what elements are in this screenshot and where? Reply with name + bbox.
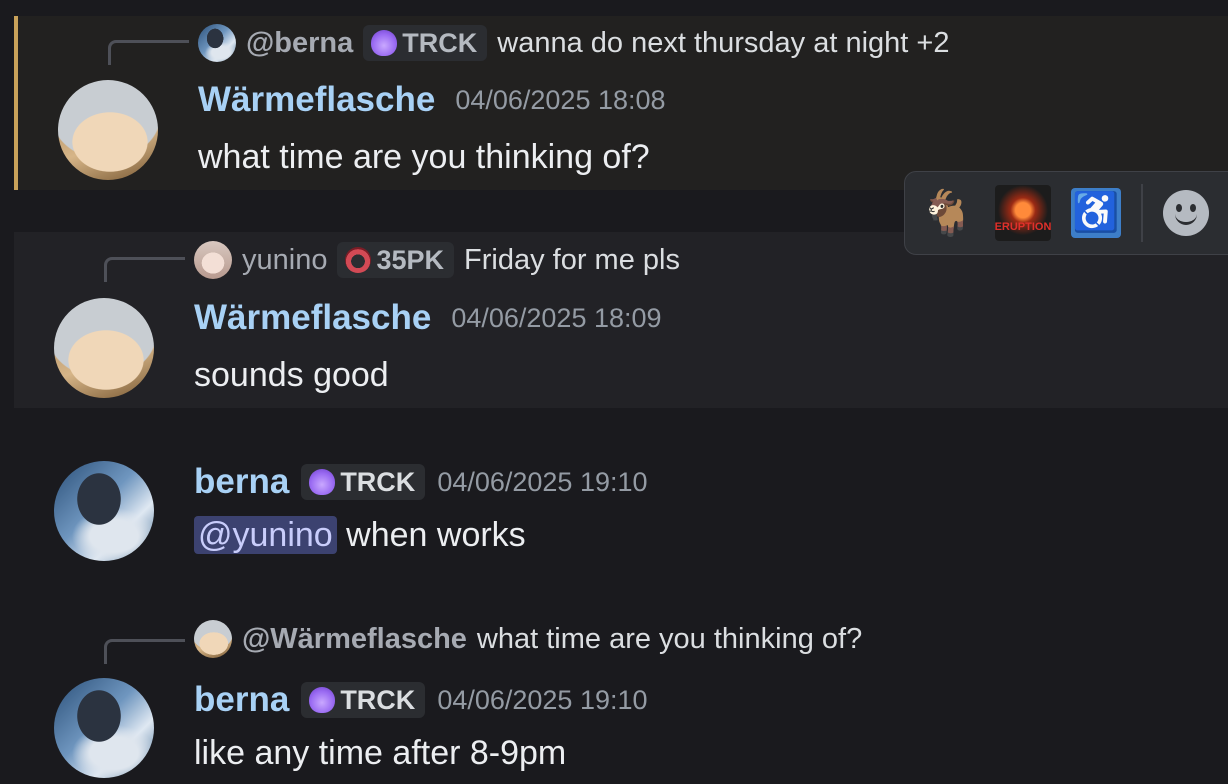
reply-avatar xyxy=(194,620,232,658)
flame-icon xyxy=(309,687,336,713)
reply-preview[interactable]: yunino 35PK Friday for me pls xyxy=(194,241,680,279)
avatar[interactable] xyxy=(58,80,158,180)
message-header: berna TRCK 04/06/2025 19:10 xyxy=(194,680,648,720)
avatar[interactable] xyxy=(54,461,154,561)
message-1[interactable]: @berna TRCK wanna do next thursday at ni… xyxy=(14,16,1228,190)
reply-connector xyxy=(104,639,185,664)
timestamp[interactable]: 04/06/2025 19:10 xyxy=(437,467,647,498)
avatar[interactable] xyxy=(54,298,154,398)
author-name[interactable]: berna xyxy=(194,680,289,720)
guild-tag[interactable]: TRCK xyxy=(363,25,488,61)
message-actions-bar: 🐐 ERUPTION ♿ xyxy=(904,171,1228,255)
reply-text: wanna do next thursday at night +2 xyxy=(497,26,950,59)
user-mention[interactable]: @yunino xyxy=(194,516,337,554)
message-header: Wärmeflasche 04/06/2025 18:09 xyxy=(194,298,662,338)
timestamp[interactable]: 04/06/2025 18:08 xyxy=(455,85,665,116)
reply-author[interactable]: yunino xyxy=(242,244,327,277)
message-header: Wärmeflasche 04/06/2025 18:08 xyxy=(198,80,666,120)
author-name[interactable]: berna xyxy=(194,462,289,502)
timestamp[interactable]: 04/06/2025 18:09 xyxy=(451,303,661,334)
reply-preview[interactable]: @Wärmeflasche what time are you thinking… xyxy=(194,620,862,658)
guild-tag[interactable]: 35PK xyxy=(337,242,455,278)
message-2[interactable]: yunino 35PK Friday for me pls Wärmeflasc… xyxy=(14,232,1228,408)
flame-icon xyxy=(371,30,398,56)
reply-connector xyxy=(108,40,189,65)
message-header: berna TRCK 04/06/2025 19:10 xyxy=(194,462,648,502)
message-3[interactable]: berna TRCK 04/06/2025 19:10 @yunino when… xyxy=(14,450,1228,580)
divider xyxy=(1141,184,1143,242)
reply-avatar xyxy=(198,24,236,62)
message-text: like any time after 8-9pm xyxy=(194,734,567,772)
author-name[interactable]: Wärmeflasche xyxy=(198,80,435,120)
flame-icon xyxy=(309,469,336,495)
reply-text: what time are you thinking of? xyxy=(476,622,863,655)
goat-emoji-icon[interactable]: 🐐 xyxy=(919,185,975,241)
author-name[interactable]: Wärmeflasche xyxy=(194,298,431,338)
chat-messages: @berna TRCK wanna do next thursday at ni… xyxy=(0,0,1228,784)
guild-tag[interactable]: TRCK xyxy=(301,682,426,718)
eruption-emoji-icon[interactable]: ERUPTION xyxy=(995,185,1051,241)
reply-avatar xyxy=(194,241,232,279)
avatar[interactable] xyxy=(54,678,154,778)
reply-author[interactable]: @Wärmeflasche xyxy=(242,623,467,656)
message-text: sounds good xyxy=(194,356,389,394)
reply-connector xyxy=(104,257,185,282)
reply-text: Friday for me pls xyxy=(464,243,680,276)
reply-author[interactable]: @berna xyxy=(246,27,353,60)
reply-preview[interactable]: @berna TRCK wanna do next thursday at ni… xyxy=(198,24,949,62)
message-text: @yunino when works xyxy=(194,516,526,555)
message-text: what time are you thinking of? xyxy=(198,138,650,176)
ring-icon xyxy=(345,247,372,273)
message-4[interactable]: @Wärmeflasche what time are you thinking… xyxy=(14,614,1228,784)
wheelchair-emoji-icon[interactable]: ♿ xyxy=(1071,188,1121,238)
timestamp[interactable]: 04/06/2025 19:10 xyxy=(437,685,647,716)
guild-tag[interactable]: TRCK xyxy=(301,464,426,500)
add-reaction-icon[interactable] xyxy=(1163,190,1209,236)
